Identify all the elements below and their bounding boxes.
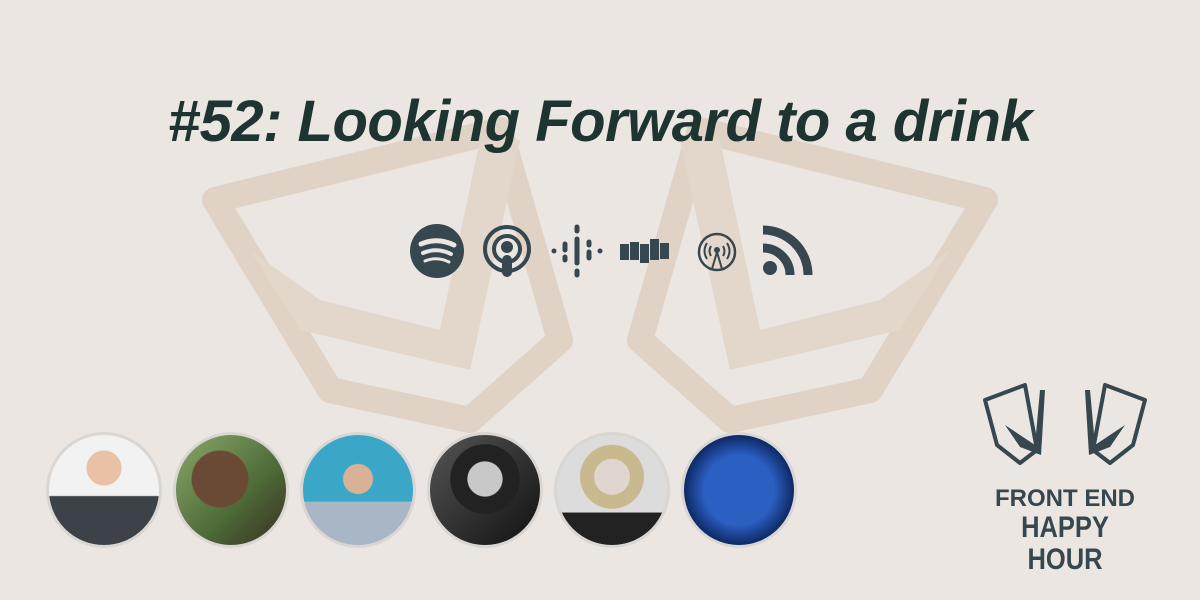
host-avatar[interactable] (681, 432, 797, 548)
platform-links (408, 222, 828, 280)
host-avatar[interactable] (300, 432, 416, 548)
host-avatar[interactable] (427, 432, 543, 548)
host-avatar[interactable] (173, 432, 289, 548)
google-podcasts-icon[interactable] (548, 222, 606, 280)
apple-podcasts-icon[interactable] (478, 222, 536, 280)
spotify-icon[interactable] (408, 222, 466, 280)
host-avatar[interactable] (46, 432, 162, 548)
overcast-icon[interactable] (688, 222, 746, 280)
episode-title: #52: Looking Forward to a drink (167, 89, 1033, 154)
host-avatar[interactable] (554, 432, 670, 548)
host-avatars (46, 432, 808, 548)
logo-line2: HAPPY HOUR (1021, 511, 1109, 576)
front-end-happy-hour-logo: FRONT END HAPPY HOUR (970, 375, 1160, 576)
logo-line1: FRONT END (995, 485, 1135, 512)
glasses-logo-icon (983, 383, 1147, 465)
stitcher-icon[interactable] (618, 222, 676, 280)
rss-icon[interactable] (758, 222, 816, 280)
